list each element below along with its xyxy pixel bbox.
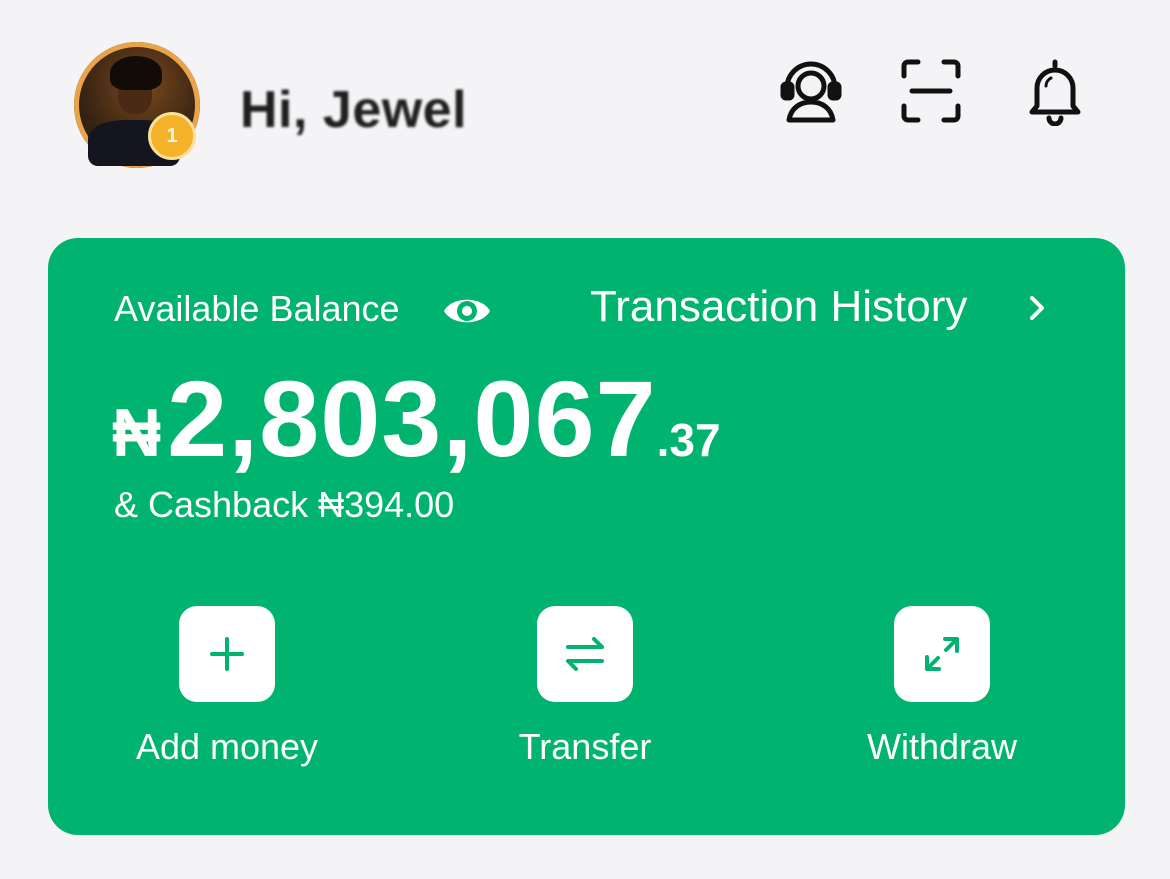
- currency-symbol: ₦: [112, 395, 162, 471]
- greeting-text: Hi, Jewel: [240, 81, 468, 139]
- add-money-label: Add money: [135, 726, 319, 767]
- balance-amount: ₦ 2,803,067 .37: [112, 356, 721, 481]
- eye-icon[interactable]: [442, 290, 492, 332]
- withdraw-icon: [925, 637, 959, 671]
- transfer-button[interactable]: Transfer: [435, 606, 735, 776]
- withdraw-label: Withdraw: [866, 726, 1018, 767]
- withdraw-icon-box[interactable]: [894, 606, 990, 702]
- level-badge: 1: [148, 112, 196, 160]
- add-money-icon-box[interactable]: [179, 606, 275, 702]
- chevron-right-icon[interactable]: [1026, 290, 1050, 326]
- balance-decimal: .37: [656, 414, 721, 466]
- balance-card: Available Balance Transaction History ₦ …: [48, 238, 1125, 835]
- transfer-icon: [566, 637, 604, 671]
- support-agent-icon[interactable]: [778, 56, 844, 126]
- transfer-label: Transfer: [518, 726, 652, 767]
- bell-icon[interactable]: [1022, 56, 1088, 127]
- balance-main: 2,803,067: [167, 358, 657, 479]
- header: 1 Hi, Jewel: [0, 0, 1170, 210]
- cashback-text: & Cashback ₦394.00: [114, 484, 455, 525]
- transaction-history-link[interactable]: Transaction History: [590, 282, 967, 332]
- scan-icon[interactable]: [898, 56, 964, 126]
- available-balance-label: Available Balance: [114, 288, 400, 329]
- add-money-button[interactable]: Add money: [77, 606, 377, 776]
- withdraw-button[interactable]: Withdraw: [792, 606, 1092, 776]
- avatar-hair: [110, 56, 162, 90]
- plus-icon: [210, 637, 244, 671]
- transfer-icon-box[interactable]: [537, 606, 633, 702]
